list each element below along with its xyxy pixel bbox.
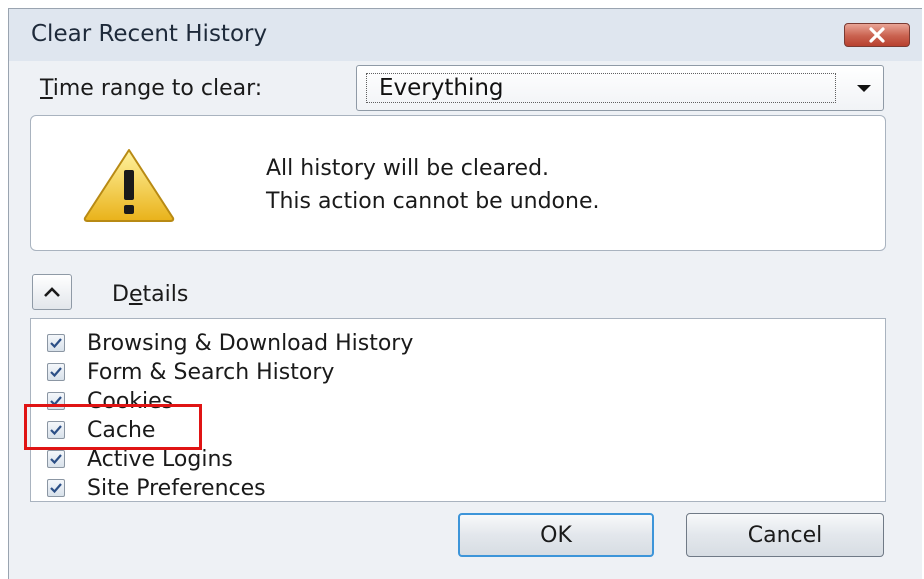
checkbox[interactable] — [47, 334, 65, 352]
close-button[interactable] — [844, 23, 910, 47]
checkbox[interactable] — [47, 479, 65, 497]
select-focus-ring: Everything — [366, 73, 836, 103]
warning-text-line1: All history will be cleared. — [266, 156, 550, 181]
warning-panel: All history will be cleared. This action… — [30, 115, 886, 251]
warning-icon — [83, 149, 175, 222]
time-range-select[interactable]: Everything — [356, 65, 884, 111]
warning-text-line2: This action cannot be undone. — [266, 189, 600, 214]
checkmark-icon — [50, 483, 62, 494]
list-item-label: Form & Search History — [87, 359, 335, 385]
chevron-down-icon — [857, 85, 871, 92]
list-item-browsing-download[interactable]: Browsing & Download History — [47, 329, 413, 357]
time-range-label: Time range to clear: — [40, 76, 263, 101]
checkmark-icon — [50, 454, 62, 465]
details-toggle-button[interactable] — [32, 274, 72, 310]
checkmark-icon — [50, 367, 62, 378]
details-label: Details — [112, 282, 189, 307]
close-icon — [869, 27, 885, 43]
time-range-value: Everything — [379, 75, 504, 101]
cancel-button[interactable]: Cancel — [686, 513, 884, 557]
list-item-label: Active Logins — [87, 446, 233, 472]
chevron-up-icon — [44, 287, 60, 297]
cache-highlight-box — [24, 404, 202, 450]
ok-button[interactable]: OK — [458, 513, 654, 557]
dialog-title: Clear Recent History — [31, 21, 268, 47]
list-item-label: Site Preferences — [87, 475, 266, 501]
list-item-label: Browsing & Download History — [87, 330, 414, 356]
checkbox[interactable] — [47, 363, 65, 381]
list-item-site-preferences[interactable]: Site Preferences — [47, 474, 266, 502]
checkbox[interactable] — [47, 450, 65, 468]
title-bar: Clear Recent History — [9, 9, 922, 61]
list-item-form-search[interactable]: Form & Search History — [47, 358, 334, 386]
checkmark-icon — [50, 338, 62, 349]
